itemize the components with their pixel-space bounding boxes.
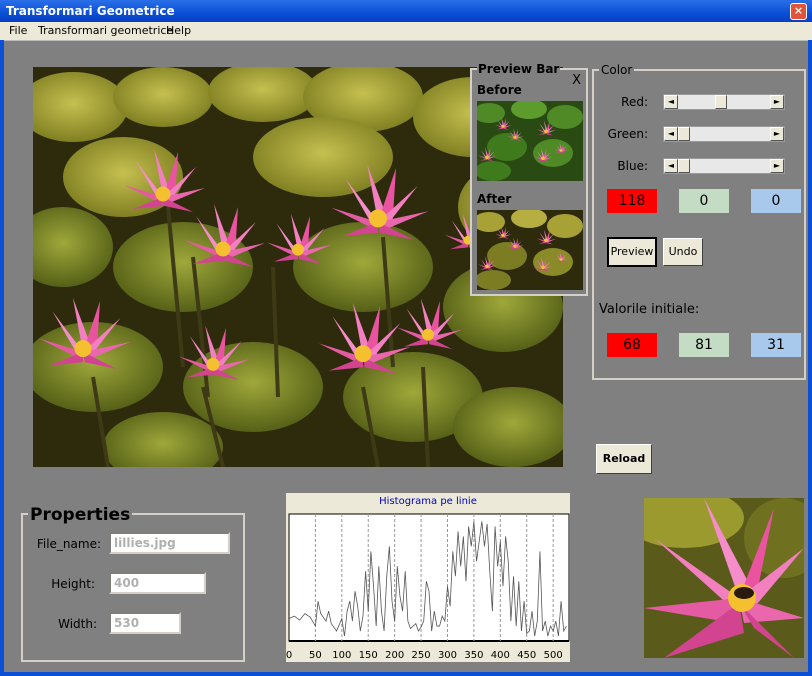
histogram-x-tick-label: 150 (359, 650, 378, 661)
green-slider-thumb[interactable] (678, 127, 690, 141)
histogram-chart: 0 50 100 150 200 250 300 350 400 450 500 (286, 513, 570, 661)
green-slider[interactable]: ◄ ► (663, 126, 785, 142)
initial-values-label: Valorile initiale: (599, 302, 700, 317)
blue-slider-left-arrow-icon[interactable]: ◄ (664, 159, 678, 173)
properties-title: Properties (28, 505, 133, 525)
window-title: Transformari Geometrice (6, 4, 175, 18)
histogram-x-tick-label: 0 (286, 650, 292, 661)
height-field[interactable]: 400 (109, 572, 206, 594)
blue-slider-thumb[interactable] (678, 159, 690, 173)
histogram-x-tick-label: 50 (309, 650, 322, 661)
histogram-x-tick-label: 400 (491, 650, 510, 661)
red-slider-thumb[interactable] (714, 95, 727, 109)
reload-button[interactable]: Reload (596, 444, 652, 474)
red-slider[interactable]: ◄ ► (663, 94, 785, 110)
blue-slider[interactable]: ◄ ► (663, 158, 785, 174)
green-label: Green: (607, 127, 648, 141)
width-label: Width: (58, 617, 97, 631)
blue-label: Blue: (617, 159, 648, 173)
initial-green-value: 81 (679, 333, 729, 357)
title-bar: Transformari Geometrice × (0, 0, 812, 22)
color-panel-title: Color (599, 63, 635, 77)
file-name-label: File_name: (36, 537, 101, 551)
height-label: Height: (51, 577, 95, 591)
menu-bar: File Transformari geometrice Help (0, 22, 812, 41)
red-value: 118 (607, 189, 657, 213)
menu-help[interactable]: Help (166, 24, 191, 37)
histogram-x-tick-label: 500 (544, 650, 563, 661)
cropped-image (644, 498, 804, 658)
initial-red-value: 68 (607, 333, 657, 357)
close-window-button[interactable]: × (790, 3, 807, 20)
after-thumbnail (477, 210, 583, 290)
histogram-panel: Histograma pe linie 0 50 100 150 200 250 300 35… (286, 493, 570, 662)
window-border-left (0, 40, 4, 676)
window-border-bottom (0, 672, 812, 676)
histogram-x-tick-label: 200 (385, 650, 404, 661)
width-field[interactable]: 530 (109, 612, 181, 634)
after-label: After (477, 192, 512, 206)
menu-file[interactable]: File (9, 24, 27, 37)
green-value: 0 (679, 189, 729, 213)
histogram-x-tick-label: 300 (438, 650, 457, 661)
preview-bar-title: Preview Bar (477, 62, 561, 76)
red-slider-left-arrow-icon[interactable]: ◄ (664, 95, 678, 109)
color-panel: Color Red: ◄ ► Green: ◄ ► Blue: ◄ ► 118 … (592, 63, 806, 380)
file-name-field[interactable]: lillies.jpg (109, 532, 230, 554)
initial-blue-value: 31 (751, 333, 801, 357)
histogram-x-tick-label: 250 (412, 650, 431, 661)
before-label: Before (477, 83, 522, 97)
properties-panel: Properties File_name: lillies.jpg Height… (21, 505, 245, 662)
histogram-x-tick-label: 100 (332, 650, 351, 661)
preview-bar: Preview Bar X Before After (470, 62, 588, 296)
preview-button[interactable]: Preview (607, 237, 657, 267)
histogram-x-tick-label: 450 (517, 650, 536, 661)
green-slider-left-arrow-icon[interactable]: ◄ (664, 127, 678, 141)
blue-slider-right-arrow-icon[interactable]: ► (770, 159, 784, 173)
undo-button[interactable]: Undo (663, 238, 703, 266)
red-slider-right-arrow-icon[interactable]: ► (770, 95, 784, 109)
green-slider-right-arrow-icon[interactable]: ► (770, 127, 784, 141)
blue-value: 0 (751, 189, 801, 213)
window-border-right (808, 40, 812, 676)
histogram-x-tick-label: 350 (464, 650, 483, 661)
red-label: Red: (621, 95, 648, 109)
before-thumbnail (477, 101, 583, 181)
preview-bar-close-icon[interactable]: X (572, 73, 581, 88)
menu-transformari-geometrice[interactable]: Transformari geometrice (38, 24, 173, 37)
